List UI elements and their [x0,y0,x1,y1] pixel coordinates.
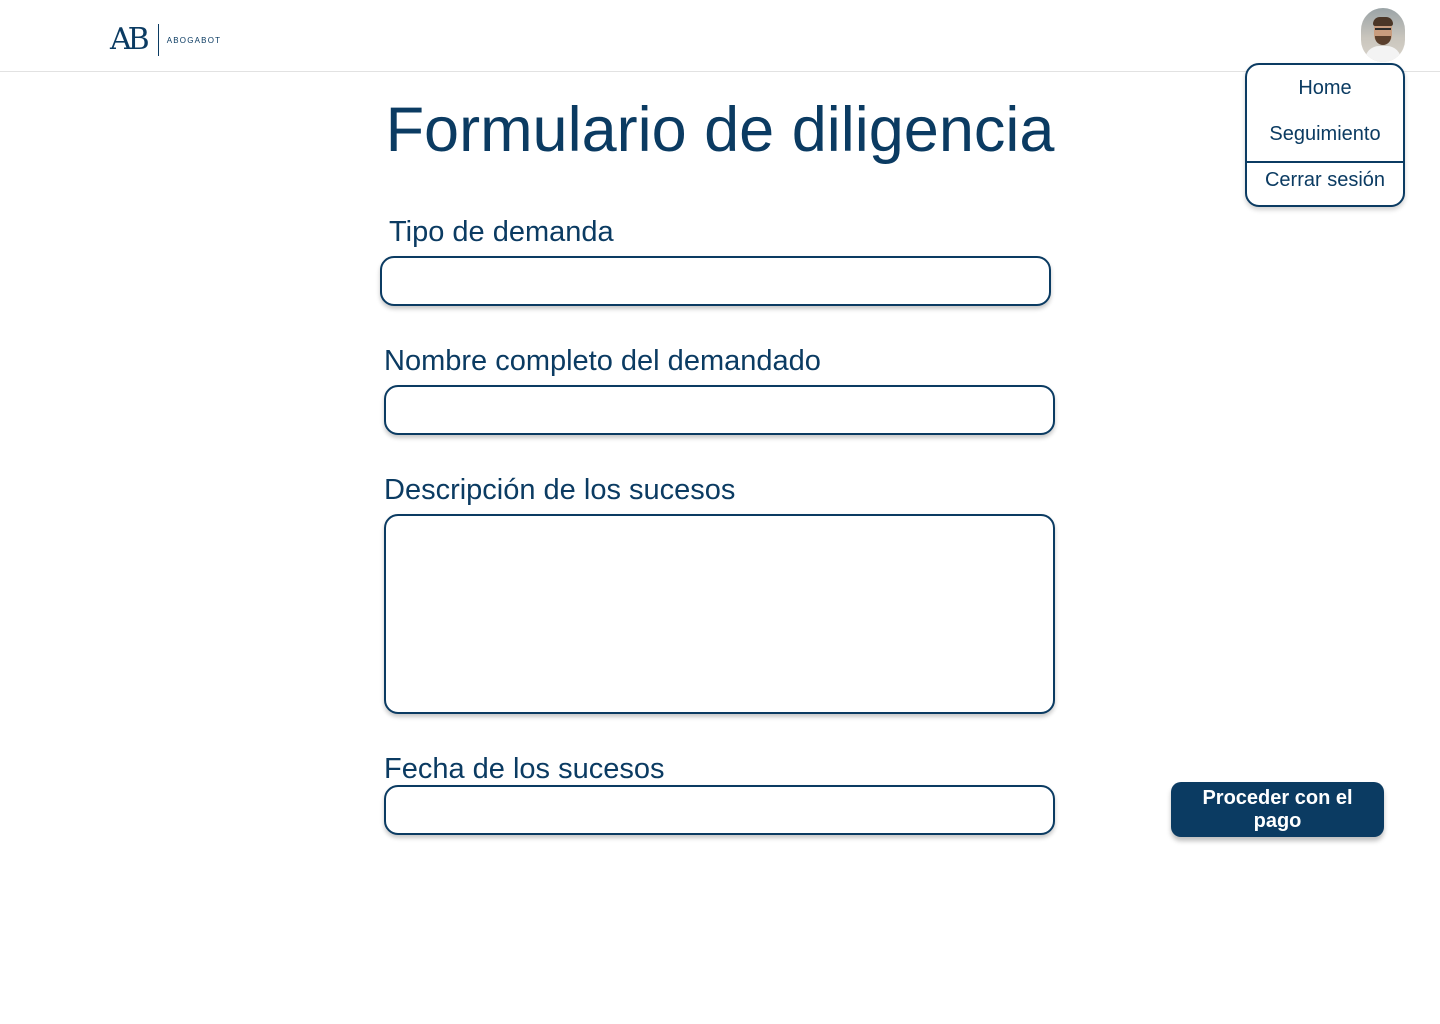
tipo-demanda-label: Tipo de demanda [389,216,614,248]
page-title: Formulario de diligencia [385,95,1055,165]
nombre-demandado-input[interactable] [384,385,1055,435]
fecha-sucesos-label: Fecha de los sucesos [384,753,665,785]
descripcion-sucesos-textarea[interactable] [384,514,1055,714]
proceed-payment-button[interactable]: Proceder con el pago [1171,782,1384,837]
logo-divider [157,24,159,56]
logo-mark: AB [110,22,150,57]
avatar-hair [1373,17,1393,26]
descripcion-sucesos-label: Descripción de los sucesos [384,474,736,506]
fecha-sucesos-input[interactable] [384,785,1055,835]
avatar-glasses [1375,28,1391,34]
tipo-demanda-input[interactable] [380,256,1051,306]
abogabot-logo[interactable]: AB ABOGABOT [110,22,221,58]
user-avatar-icon[interactable] [1361,8,1405,62]
menu-item-logout[interactable]: Cerrar sesión [1247,169,1403,192]
nombre-demandado-label: Nombre completo del demandado [384,345,821,377]
avatar-shirt [1365,46,1401,62]
avatar-beard [1375,36,1391,45]
logo-text: ABOGABOT [166,35,222,45]
top-bar: AB ABOGABOT [0,0,1440,72]
